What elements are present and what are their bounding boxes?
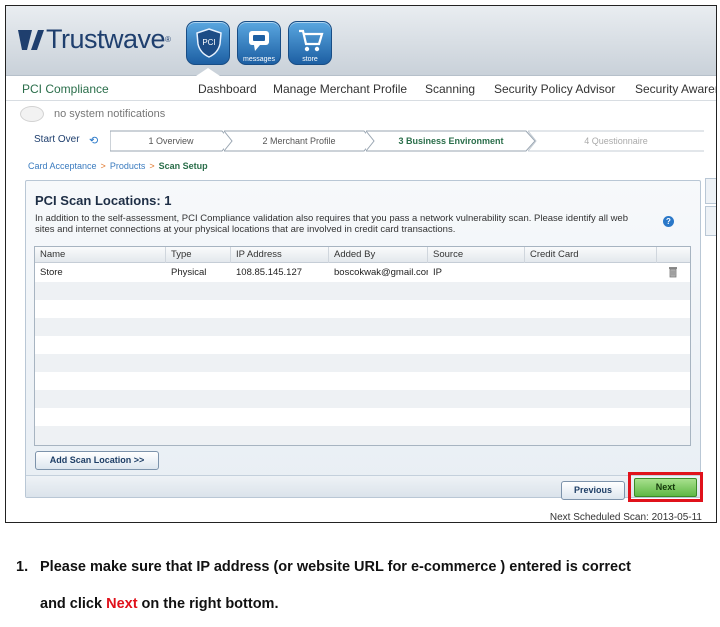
instruction-text: 1. Please make sure that IP address (or w… — [16, 549, 716, 623]
store-nav-button[interactable]: store — [288, 21, 332, 65]
column-header-ip-address[interactable]: IP Address — [231, 247, 329, 263]
empty-row — [35, 336, 690, 354]
pci-nav-button[interactable]: PCI — [186, 21, 230, 65]
cell-name: Store — [40, 267, 63, 278]
app-window: Trustwave ® PCI messages store PCI Compl… — [5, 5, 717, 523]
instruction-line-2-pre: and click — [40, 596, 107, 612]
wizard-step-label: 2 Merchant Profile — [262, 136, 336, 146]
panel-description: In addition to the self-assessment, PCI … — [35, 213, 629, 235]
empty-row — [35, 282, 690, 300]
instruction-line-1-text: Please make sure that IP address (or web… — [40, 559, 631, 575]
wizard-step-label: 4 Questionnaire — [584, 136, 648, 146]
empty-row — [35, 390, 690, 408]
nav-item-security-policy-advisor[interactable]: Security Policy Advisor — [494, 82, 615, 96]
trash-icon[interactable] — [668, 266, 678, 278]
wizard-step-overview[interactable]: 1 Overview — [110, 130, 232, 152]
wizard-step-merchant-profile[interactable]: 2 Merchant Profile — [224, 130, 374, 152]
wizard-step-label: 1 Overview — [148, 136, 194, 146]
empty-row — [35, 426, 690, 445]
help-icon[interactable]: ? — [663, 216, 674, 227]
column-header-source[interactable]: Source — [428, 247, 525, 263]
notifications: no system notifications — [20, 106, 165, 122]
nav-title-pci-compliance[interactable]: PCI Compliance — [22, 82, 109, 96]
registered-mark: ® — [165, 35, 171, 44]
header-bar: Trustwave ® PCI messages store — [6, 6, 716, 76]
breadcrumb-products[interactable]: Products — [110, 161, 146, 171]
nav-item-manage-merchant-profile[interactable]: Manage Merchant Profile — [273, 82, 407, 96]
main-nav: PCI Compliance Dashboard Manage Merchant… — [6, 77, 716, 101]
instruction-next-highlight: Next — [106, 596, 138, 612]
messages-label: messages — [243, 56, 275, 63]
breadcrumb-current: Scan Setup — [158, 161, 208, 171]
panel-title: PCI Scan Locations: 1 — [35, 193, 172, 208]
brand-name: Trustwave — [46, 24, 166, 54]
instruction-line-2-post: on the right bottom. — [137, 596, 279, 612]
notification-bubble-icon[interactable] — [20, 106, 44, 122]
side-panel-tab[interactable] — [705, 206, 716, 236]
breadcrumb-card-acceptance[interactable]: Card Acceptance — [28, 161, 97, 171]
empty-row — [35, 300, 690, 318]
table-header: Name Type IP Address Added By Source Cre… — [35, 247, 690, 263]
next-button[interactable]: Next — [634, 478, 697, 497]
next-scheduled-scan: Next Scheduled Scan: 2013-05-11 — [549, 512, 702, 523]
notification-text: no system notifications — [54, 108, 166, 120]
breadcrumb-separator: > — [100, 161, 106, 171]
previous-button[interactable]: Previous — [561, 481, 625, 500]
wizard-steps: Start Over ⟲ 1 Overview 2 Merchant Profi… — [26, 130, 716, 152]
empty-row — [35, 408, 690, 426]
column-header-name[interactable]: Name — [35, 247, 166, 263]
instruction-number: 1. — [16, 559, 29, 575]
refresh-icon[interactable]: ⟲ — [89, 134, 98, 147]
column-header-type[interactable]: Type — [166, 247, 231, 263]
scan-locations-panel: PCI Scan Locations: 1 In addition to the… — [25, 180, 701, 498]
wizard-step-questionnaire[interactable]: 4 Questionnaire — [528, 130, 704, 152]
start-over-link[interactable]: Start Over — [34, 134, 80, 145]
column-header-actions — [657, 247, 690, 263]
cell-ip-address: 108.85.145.127 — [236, 267, 303, 278]
trustwave-logo-icon — [18, 29, 44, 50]
empty-row — [35, 372, 690, 390]
wizard-step-business-environment[interactable]: 3 Business Environment — [366, 130, 536, 152]
active-indicator — [196, 68, 220, 76]
column-header-credit-card[interactable]: Credit Card — [525, 247, 657, 263]
nav-item-scanning[interactable]: Scanning — [425, 82, 475, 96]
messages-nav-button[interactable]: messages — [237, 21, 281, 65]
pci-label: PCI — [202, 38, 215, 47]
breadcrumb: Card Acceptance > Products > Scan Setup — [28, 161, 208, 171]
speech-bubble-icon — [249, 31, 269, 51]
table-row[interactable]: Store Physical 108.85.145.127 boscokwak@… — [35, 264, 690, 282]
trustwave-logo[interactable]: Trustwave ® — [18, 24, 171, 55]
cell-type: Physical — [171, 267, 207, 278]
instruction-line-1: 1. Please make sure that IP address (or w… — [16, 549, 716, 586]
breadcrumb-separator: > — [149, 161, 155, 171]
cell-added-by: boscokwak@gmail.com — [334, 267, 428, 278]
pci-shield-icon: PCI — [196, 28, 222, 58]
empty-row — [35, 354, 690, 372]
column-header-added-by[interactable]: Added By — [329, 247, 428, 263]
nav-item-dashboard[interactable]: Dashboard — [198, 82, 257, 96]
empty-row — [35, 318, 690, 336]
wizard-step-label: 3 Business Environment — [398, 136, 504, 146]
scan-locations-table: Name Type IP Address Added By Source Cre… — [34, 246, 691, 446]
shopping-cart-icon — [299, 29, 324, 52]
side-panel-tab[interactable] — [705, 178, 716, 204]
add-scan-location-button[interactable]: Add Scan Location >> — [35, 451, 159, 470]
cell-source: IP — [433, 267, 442, 278]
nav-item-security-awareness[interactable]: Security Awarer — [635, 82, 716, 96]
store-label: store — [302, 56, 318, 63]
instruction-line-2: and click Next on the right bottom. — [16, 586, 716, 623]
